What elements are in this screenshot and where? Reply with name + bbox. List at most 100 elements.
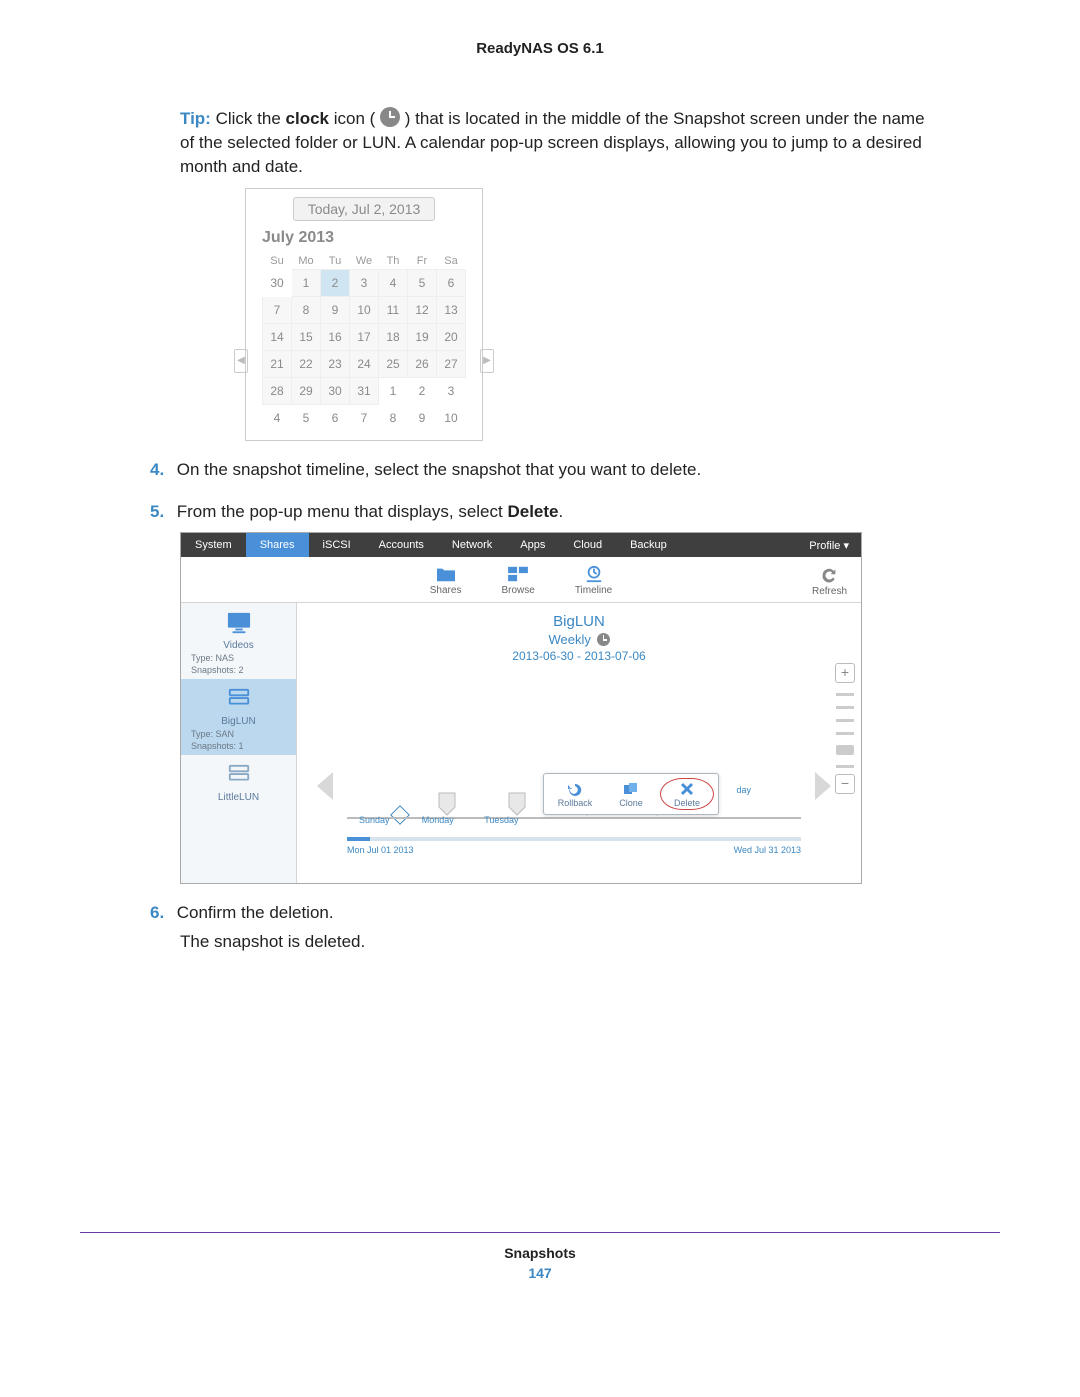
calendar-day[interactable]: 31	[350, 378, 379, 405]
clock-icon	[380, 107, 400, 127]
calendar-day[interactable]: 9	[408, 405, 437, 432]
content-subtitle: Weekly	[297, 632, 861, 647]
refresh-icon	[819, 567, 839, 583]
calendar-day[interactable]: 23	[321, 351, 350, 378]
timeline-ruler: Sunday Monday Tuesday	[347, 817, 801, 819]
calendar-day[interactable]: 18	[379, 324, 408, 351]
content-title: BigLUN	[297, 613, 861, 630]
step-bold-delete: Delete	[507, 502, 558, 521]
timeline-prev-button[interactable]	[313, 770, 337, 802]
calendar-day[interactable]: 8	[292, 297, 321, 324]
profile-menu[interactable]: Profile ▾	[797, 539, 861, 552]
clone-icon	[623, 782, 639, 796]
calendar-day[interactable]: 8	[379, 405, 408, 432]
sidebar-item-littlelun[interactable]: LittleLUN	[181, 755, 296, 807]
calendar-day[interactable]: 17	[350, 324, 379, 351]
calendar-day[interactable]: 26	[408, 351, 437, 378]
app-screenshot: SystemSharesiSCSIAccountsNetworkAppsClou…	[180, 532, 862, 884]
calendar-day[interactable]: 6	[437, 270, 466, 297]
zoom-in-button[interactable]: +	[835, 663, 855, 683]
calendar-day[interactable]: 2	[321, 270, 350, 297]
calendar-day[interactable]: 4	[263, 405, 292, 432]
calendar-day[interactable]: 21	[263, 351, 292, 378]
calendar-day[interactable]: 25	[379, 351, 408, 378]
calendar-day[interactable]: 19	[408, 324, 437, 351]
subnav-timeline[interactable]: Timeline	[575, 565, 612, 596]
calendar-day[interactable]: 11	[379, 297, 408, 324]
calendar-day[interactable]: 10	[350, 297, 379, 324]
sidebar-item-meta: Type: SAN	[191, 729, 292, 739]
snapshot-marker[interactable]	[437, 791, 457, 817]
calendar-dow: Fr	[408, 253, 437, 270]
calendar-day[interactable]: 9	[321, 297, 350, 324]
calendar-today-button[interactable]: Today, Jul 2, 2013	[293, 197, 436, 221]
calendar-day[interactable]: 1	[292, 270, 321, 297]
timeline-scrollbar[interactable]	[347, 837, 801, 841]
calendar-day[interactable]: 12	[408, 297, 437, 324]
footer-section-title: Snapshots	[80, 1245, 1000, 1261]
sidebar: Videos Type: NAS Snapshots: 2 BigLUN Typ…	[181, 603, 297, 883]
step-4: 4. On the snapshot timeline, select the …	[150, 457, 940, 483]
calendar-day[interactable]: 3	[437, 378, 466, 405]
calendar-day[interactable]: 1	[379, 378, 408, 405]
sidebar-item-biglun[interactable]: BigLUN Type: SAN Snapshots: 1	[181, 679, 296, 755]
calendar-day[interactable]: 6	[321, 405, 350, 432]
sidebar-item-videos[interactable]: Videos Type: NAS Snapshots: 2	[181, 603, 296, 679]
calendar-day[interactable]: 7	[263, 297, 292, 324]
content-area: BigLUN Weekly 2013-06-30 - 2013-07-06 +	[297, 603, 861, 883]
calendar-day[interactable]: 4	[379, 270, 408, 297]
timeline-next-button[interactable]	[811, 770, 835, 802]
refresh-button[interactable]: Refresh	[812, 567, 847, 597]
monitor-icon	[224, 611, 254, 635]
subnav-browse[interactable]: Browse	[501, 565, 534, 596]
rollback-button[interactable]: Rollback	[548, 778, 602, 810]
zoom-out-button[interactable]: −	[835, 774, 855, 794]
topnav-tab-backup[interactable]: Backup	[616, 533, 681, 557]
calendar-day[interactable]: 20	[437, 324, 466, 351]
topnav-tab-network[interactable]: Network	[438, 533, 506, 557]
topnav-tab-accounts[interactable]: Accounts	[365, 533, 438, 557]
clone-button[interactable]: Clone	[604, 778, 658, 810]
snapshot-context-menu: Rollback Clone Delete	[543, 773, 719, 815]
topnav-tab-iscsi[interactable]: iSCSI	[309, 533, 365, 557]
calendar-month-title: July 2013	[262, 229, 472, 247]
calendar-day[interactable]: 3	[350, 270, 379, 297]
tick-label: Monday	[422, 815, 454, 825]
sidebar-item-meta: Snapshots: 2	[191, 665, 292, 675]
calendar-day[interactable]: 28	[263, 378, 292, 405]
topnav-tab-apps[interactable]: Apps	[506, 533, 559, 557]
clock-icon[interactable]	[597, 633, 610, 646]
topnav-tab-system[interactable]: System	[181, 533, 246, 557]
calendar-day[interactable]: 29	[292, 378, 321, 405]
topnav-tab-shares[interactable]: Shares	[246, 533, 309, 557]
delete-button[interactable]: Delete	[660, 778, 714, 810]
calendar-day[interactable]: 30	[263, 270, 292, 297]
calendar-day[interactable]: 13	[437, 297, 466, 324]
calendar-day[interactable]: 27	[437, 351, 466, 378]
scroll-mark	[836, 719, 854, 722]
calendar-prev-button[interactable]: ◀	[234, 349, 248, 373]
calendar-popup: ◀ ▶ Today, Jul 2, 2013 July 2013 SuMoTuW…	[245, 188, 483, 441]
calendar-day[interactable]: 22	[292, 351, 321, 378]
calendar-next-button[interactable]: ▶	[480, 349, 494, 373]
calendar-day[interactable]: 5	[408, 270, 437, 297]
sidebar-item-meta: Type: NAS	[191, 653, 292, 663]
tip-paragraph: Tip: Click the clock icon ( ) that is lo…	[180, 107, 940, 178]
calendar-day[interactable]: 7	[350, 405, 379, 432]
snapshot-marker[interactable]	[507, 791, 527, 817]
sidebar-item-label: BigLUN	[185, 716, 292, 727]
calendar-day[interactable]: 15	[292, 324, 321, 351]
calendar-day[interactable]: 10	[437, 405, 466, 432]
scroll-handle[interactable]	[836, 745, 854, 755]
calendar-day[interactable]: 16	[321, 324, 350, 351]
rollback-icon	[567, 782, 583, 796]
calendar-day[interactable]: 14	[263, 324, 292, 351]
calendar-day[interactable]: 24	[350, 351, 379, 378]
calendar-day[interactable]: 5	[292, 405, 321, 432]
sidebar-item-label: Videos	[185, 640, 292, 651]
topnav-tab-cloud[interactable]: Cloud	[559, 533, 616, 557]
step-text: Confirm the deletion.	[177, 903, 334, 922]
calendar-day[interactable]: 2	[408, 378, 437, 405]
subnav-shares[interactable]: Shares	[430, 565, 462, 596]
calendar-day[interactable]: 30	[321, 378, 350, 405]
